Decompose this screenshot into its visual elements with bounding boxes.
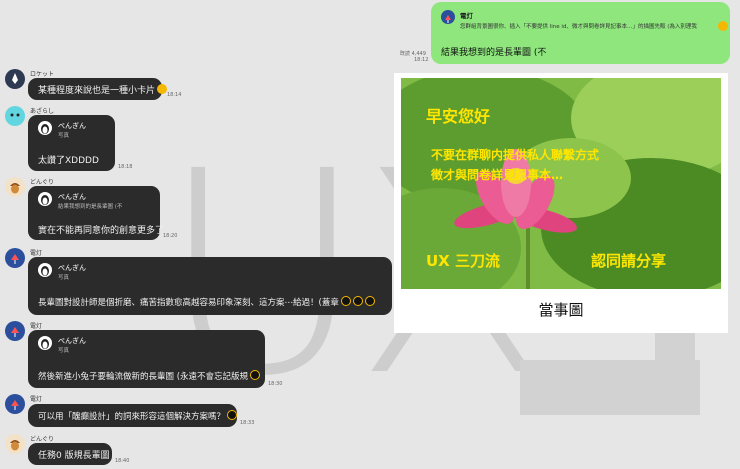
avatar[interactable] [5,106,25,126]
sender-name: 電灯 [30,323,43,330]
message-time: 18:20 [163,233,178,239]
message-bubble[interactable]: ぺんぎん 写真 太讚了XDDDD [28,115,115,171]
acorn-icon [10,183,20,194]
photo-message[interactable]: 早安您好 不要在群聊内提供私人聯繫方式 徵才與問卷詳見記事本… UX 三刀流 認… [394,73,728,333]
reply-text: 結果我想到的是長輩圖 (不 [441,48,547,58]
quote-text: 結果我想到的是長輩圖 (不 [58,204,123,210]
photo-text-line-2: 不要在群聊内提供私人聯繫方式 [431,148,600,162]
avatar[interactable] [5,321,25,341]
photo-text-line-4-right: 認同請分享 [591,252,667,270]
photo-text-line-4-left: UX 三刀流 [426,252,500,270]
sender-name: どんぐり [30,179,55,186]
lamp-icon [11,254,19,264]
rocket-icon [12,73,18,84]
avatar[interactable] [5,434,25,454]
sunglasses-emoji-icon [718,21,728,31]
sender-name: 電灯 [30,396,43,403]
message-time: 18:18 [118,164,133,170]
message-bubble[interactable]: 可以用「醜癲設計」的詞來形容這個解決方案嗎？ [28,404,238,427]
message-time: 18:14 [167,92,182,98]
lamp-icon [445,15,451,23]
penguin-icon [38,192,52,206]
sunglasses-emoji-icon [352,296,363,306]
quote-name: ぺんぎん [58,193,86,201]
message-time: 18:12 [414,57,429,63]
avatar[interactable] [5,248,25,268]
message-time: 18:33 [240,420,255,426]
lotus-image[interactable]: 早安您好 不要在群聊内提供私人聯繫方式 徵才與問卷詳見記事本… UX 三刀流 認… [401,78,721,289]
sender-name: 電灯 [30,250,43,257]
message-bubble[interactable]: ぺんぎん 写真 長輩圖對設計師是個折磨、痛苦指數愈高越容易印象深刻、這方案⋯給過… [28,257,392,315]
message-bubble[interactable]: 某種程度來說也是一種小卡片 [28,78,168,100]
acorn-icon [10,440,20,451]
penguin-icon [38,121,52,135]
sunglasses-emoji-icon [227,410,238,420]
avatar[interactable] [5,69,25,89]
lamp-icon [11,327,19,337]
quote-text: 写真 [58,133,70,139]
message-time: 18:40 [115,458,130,464]
message-bubble[interactable]: ぺんぎん 結果我想到的是長輩圖 (不 實在不能再同意你的創意更多了 [28,186,164,240]
avatar[interactable] [5,177,25,197]
sunglasses-emoji-icon [340,296,351,306]
message-text: 實在不能再同意你的創意更多了 [38,226,165,236]
message-text: 可以用「醜癲設計」的詞來形容這個解決方案嗎？ [38,412,226,422]
quote-name: 電灯 [460,12,473,20]
message-bubble[interactable]: ぺんぎん 写真 然後新進小兔子要輪流做新的長輩圖 (永遠不會忘記版規 [28,330,265,388]
quote-name: ぺんぎん [58,337,86,345]
message-text: 太讚了XDDDD [38,156,99,166]
photo-text-line-1: 早安您好 [426,107,491,126]
quote-name: ぺんぎん [58,264,86,272]
sender-name: あざらし [30,108,55,115]
fish-icon [10,113,20,117]
message-text: 長輩圖對設計師是個折磨、痛苦指數愈高越容易印象深刻、這方案⋯給過！(蓋章 [38,298,339,308]
smile-emoji-icon [157,84,168,94]
message-text: 某種程度來說也是一種小卡片 [38,86,156,96]
penguin-icon [38,263,52,277]
watermark-bar [520,360,700,415]
quote-avatar [441,10,455,24]
message-text: 然後新進小兔子要輪流做新的長輩圖 (永遠不會忘記版規 [38,372,249,382]
message-bubble[interactable]: 任務0 版規長輩圖 [28,443,112,465]
sender-name: ロケット [30,71,55,78]
message-time: 18:30 [268,381,283,387]
avatar[interactable] [5,394,25,414]
lamp-icon [11,400,19,410]
photo-caption: 當事圖 [538,301,584,319]
quote-text: 写真 [58,275,70,281]
photo-text-line-3: 徵才與問卷詳見記事本… [431,168,564,182]
quote-name: ぺんぎん [58,122,86,130]
quote-text: 写真 [58,348,70,354]
message-text: 任務0 版規長輩圖 [38,451,110,461]
penguin-icon [38,336,52,350]
quote-text: 您群組背景圖很你、插入「不要提供 line id、微才與問卷詳見記事本…」的描圖… [460,24,697,30]
read-status: 既読 4,449 [400,51,426,57]
sunglasses-emoji-icon [364,296,375,306]
own-reply-bubble[interactable]: 電灯 您群組背景圖很你、插入「不要提供 line id、微才與問卷詳見記事本…」… [431,2,730,64]
sender-name: どんぐり [30,436,55,443]
sunglasses-emoji-icon [250,370,261,380]
